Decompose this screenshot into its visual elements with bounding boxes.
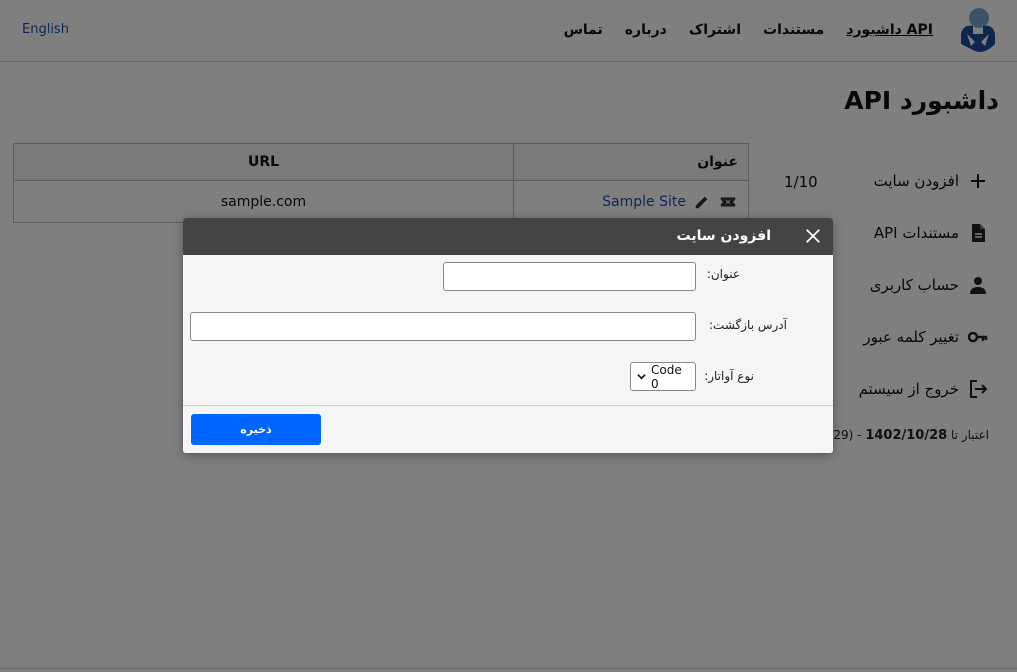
save-button[interactable]: ذخیره (191, 414, 321, 445)
modal-footer: ذخیره (183, 405, 833, 453)
return-url-label: آدرس بازگشت: (709, 318, 787, 332)
return-url-field[interactable] (190, 312, 696, 341)
title-field[interactable] (443, 262, 696, 291)
modal-title: افزودن سایت (676, 228, 772, 244)
add-site-modal: افزودن سایت عنوان: آدرس بازگشت: نوع آوات… (183, 218, 833, 453)
chevron-down-icon (637, 372, 646, 381)
title-field-label: عنوان: (706, 267, 740, 281)
modal-header: افزودن سایت (183, 218, 833, 255)
avatar-type-label: نوع آواتار: (704, 369, 754, 383)
modal-body: عنوان: آدرس بازگشت: نوع آواتار: Code 0 (183, 255, 833, 405)
avatar-type-value: Code 0 (651, 362, 682, 391)
avatar-type-select[interactable]: Code 0 (630, 362, 696, 391)
close-icon[interactable] (803, 226, 823, 246)
